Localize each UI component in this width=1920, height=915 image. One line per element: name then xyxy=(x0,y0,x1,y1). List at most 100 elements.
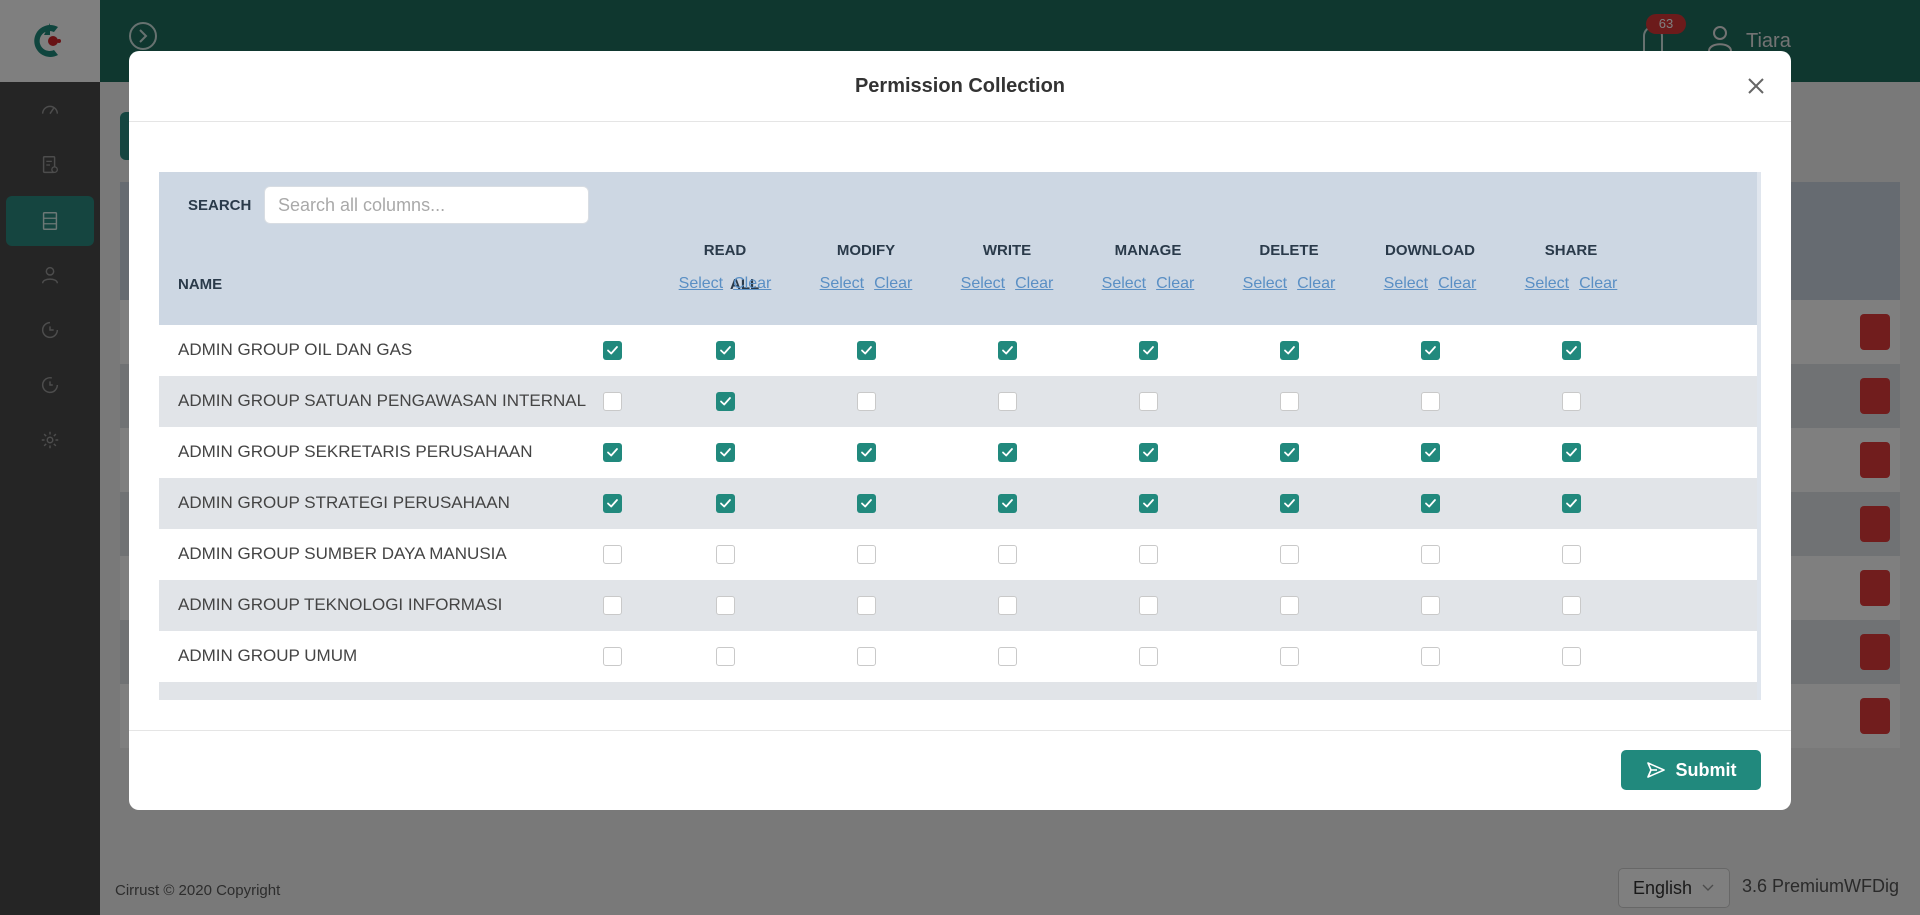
checkbox-write[interactable] xyxy=(997,545,1017,564)
column-header-name: NAME xyxy=(178,276,223,293)
select-all-link[interactable]: Select xyxy=(1384,275,1428,293)
checkbox-all[interactable] xyxy=(602,494,622,513)
checkbox-manage[interactable] xyxy=(1138,494,1158,513)
checkbox-modify[interactable] xyxy=(856,341,876,360)
checkbox-all[interactable] xyxy=(602,341,622,360)
checkbox-read[interactable] xyxy=(715,443,735,462)
column-label: MANAGE xyxy=(1114,242,1182,259)
checkbox-download[interactable] xyxy=(1420,647,1440,666)
checkbox-share[interactable] xyxy=(1561,647,1581,666)
group-name: ADMIN GROUP SUMBER DAYA MANUSIA xyxy=(178,544,507,563)
table-scrollbar[interactable] xyxy=(1757,172,1761,700)
checkbox-modify[interactable] xyxy=(856,494,876,513)
checkbox-write[interactable] xyxy=(997,596,1017,615)
table-row: ADMIN GROUP UMUM xyxy=(159,631,1761,682)
checkbox-download[interactable] xyxy=(1420,545,1440,564)
checkbox-share[interactable] xyxy=(1561,545,1581,564)
checkbox-read[interactable] xyxy=(715,341,735,360)
column-header-write: WRITE Select Clear xyxy=(937,242,1077,293)
column-label: MODIFY xyxy=(836,242,896,259)
column-label: SHARE xyxy=(1544,242,1598,259)
checkbox-read[interactable] xyxy=(715,596,735,615)
checkbox-write[interactable] xyxy=(997,494,1017,513)
permission-table: SEARCH NAME ALL READSelectClearMODIFYSel… xyxy=(159,172,1761,700)
checkbox-write[interactable] xyxy=(997,392,1017,411)
checkbox-read[interactable] xyxy=(715,647,735,666)
checkbox-write[interactable] xyxy=(997,647,1017,666)
checkbox-download[interactable] xyxy=(1420,494,1440,513)
checkbox-write[interactable] xyxy=(997,443,1017,462)
checkbox-share[interactable] xyxy=(1561,443,1581,462)
checkbox-read[interactable] xyxy=(715,392,735,411)
checkbox-manage[interactable] xyxy=(1138,341,1158,360)
select-all-link[interactable]: Select xyxy=(1525,275,1569,293)
checkbox-manage[interactable] xyxy=(1138,596,1158,615)
table-row: ADMIN GROUP SUMBER DAYA MANUSIA xyxy=(159,529,1761,580)
select-all-link[interactable]: Select xyxy=(1243,275,1287,293)
table-header: SEARCH NAME ALL READSelectClearMODIFYSel… xyxy=(159,172,1761,325)
checkbox-all[interactable] xyxy=(602,647,622,666)
checkbox-delete[interactable] xyxy=(1279,545,1299,564)
clear-all-link[interactable]: Clear xyxy=(1438,275,1476,293)
checkbox-modify[interactable] xyxy=(856,443,876,462)
group-name: ADMIN GROUP SATUAN PENGAWASAN INTERNAL xyxy=(178,391,587,410)
clear-all-link[interactable]: Clear xyxy=(1156,275,1194,293)
clear-all-link[interactable]: Clear xyxy=(1015,275,1053,293)
submit-button[interactable]: Submit xyxy=(1621,750,1761,790)
checkbox-all[interactable] xyxy=(602,545,622,564)
checkbox-delete[interactable] xyxy=(1279,341,1299,360)
column-label: DOWNLOAD xyxy=(1385,242,1475,259)
checkbox-manage[interactable] xyxy=(1138,443,1158,462)
checkbox-modify[interactable] xyxy=(856,596,876,615)
checkbox-share[interactable] xyxy=(1561,596,1581,615)
checkbox-delete[interactable] xyxy=(1279,647,1299,666)
search-input[interactable] xyxy=(264,186,589,224)
select-all-link[interactable]: Select xyxy=(961,275,1005,293)
table-row: ADMIN GROUP SATUAN PENGAWASAN INTERNAL xyxy=(159,376,1761,427)
checkbox-delete[interactable] xyxy=(1279,392,1299,411)
checkbox-modify[interactable] xyxy=(856,545,876,564)
modal-footer: Submit xyxy=(129,730,1791,810)
checkbox-manage[interactable] xyxy=(1138,392,1158,411)
checkbox-share[interactable] xyxy=(1561,494,1581,513)
checkbox-read[interactable] xyxy=(715,494,735,513)
checkbox-read[interactable] xyxy=(715,545,735,564)
checkbox-download[interactable] xyxy=(1420,392,1440,411)
table-row: ADMIN GROUP STRATEGI PERUSAHAAN xyxy=(159,478,1761,529)
checkbox-download[interactable] xyxy=(1420,596,1440,615)
close-icon[interactable] xyxy=(1743,73,1769,99)
checkbox-write[interactable] xyxy=(997,341,1017,360)
checkbox-share[interactable] xyxy=(1561,341,1581,360)
select-all-link[interactable]: Select xyxy=(1102,275,1146,293)
checkbox-manage[interactable] xyxy=(1138,545,1158,564)
checkbox-delete[interactable] xyxy=(1279,494,1299,513)
checkbox-download[interactable] xyxy=(1420,443,1440,462)
table-row: ADMIN GROUP OIL DAN GAS xyxy=(159,325,1761,376)
select-all-link[interactable]: Select xyxy=(820,275,864,293)
checkbox-delete[interactable] xyxy=(1279,596,1299,615)
modal-title: Permission Collection xyxy=(854,75,1066,97)
column-label: DELETE xyxy=(1259,242,1319,259)
select-all-link[interactable]: Select xyxy=(679,275,723,293)
checkbox-modify[interactable] xyxy=(856,647,876,666)
checkbox-manage[interactable] xyxy=(1138,647,1158,666)
checkbox-all[interactable] xyxy=(602,596,622,615)
group-name: ADMIN GROUP SEKRETARIS PERUSAHAAN xyxy=(178,442,533,461)
group-name: ADMIN GROUP OIL DAN GAS xyxy=(178,340,413,359)
column-header-share: SHARE Select Clear xyxy=(1501,242,1641,293)
clear-all-link[interactable]: Clear xyxy=(733,275,771,293)
permission-modal: Permission Collection SEARCH NAME ALL RE… xyxy=(129,51,1791,810)
clear-all-link[interactable]: Clear xyxy=(1579,275,1617,293)
checkbox-download[interactable] xyxy=(1420,341,1440,360)
checkbox-all[interactable] xyxy=(602,443,622,462)
checkbox-delete[interactable] xyxy=(1279,443,1299,462)
table-row: ADMIN GROUP SEKRETARIS PERUSAHAAN xyxy=(159,427,1761,478)
clear-all-link[interactable]: Clear xyxy=(1297,275,1335,293)
clear-all-link[interactable]: Clear xyxy=(874,275,912,293)
checkbox-all[interactable] xyxy=(602,392,622,411)
column-header-modify: MODIFY Select Clear xyxy=(796,242,936,293)
column-label: WRITE xyxy=(982,242,1032,259)
checkbox-share[interactable] xyxy=(1561,392,1581,411)
checkbox-modify[interactable] xyxy=(856,392,876,411)
group-name: ADMIN GROUP STRATEGI PERUSAHAAN xyxy=(178,493,510,512)
